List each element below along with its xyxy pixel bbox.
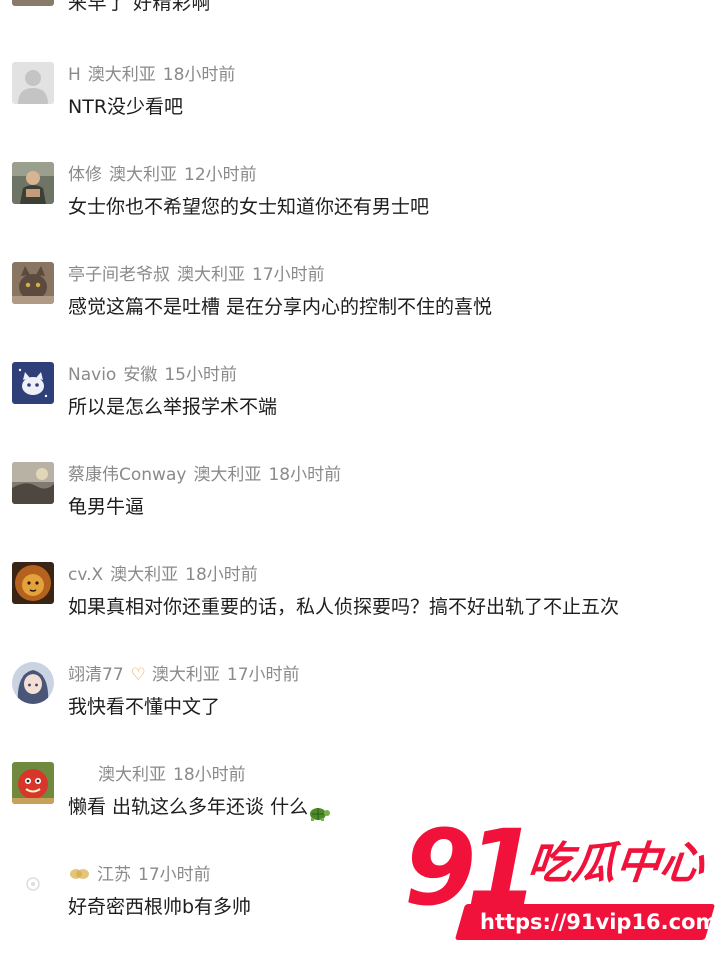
comment-meta: cv.X 澳大利亚 18小时前	[68, 562, 265, 588]
location: 澳大利亚	[98, 765, 166, 785]
location: 江苏	[97, 865, 131, 885]
comment-text: 我快看不懂中文了	[68, 696, 221, 718]
heart-badge-icon: ♡	[130, 665, 146, 685]
watermark-title: 吃瓜中心	[525, 838, 707, 889]
comment-meta: 江苏 17小时前	[68, 862, 218, 888]
site-watermark: 91 吃瓜中心 https://91vip16.com	[400, 816, 718, 952]
username[interactable]: H	[68, 65, 81, 85]
username[interactable]: Navio	[68, 365, 116, 385]
comment-text: 来早了 好精彩啊	[68, 0, 212, 14]
comment-text-row: 懒看 出轨这么多年还谈 什么	[68, 792, 331, 822]
location: 澳大利亚	[193, 465, 262, 485]
cat-photo-avatar[interactable]	[12, 262, 54, 304]
username[interactable]: 翊清77	[68, 665, 124, 685]
comment-text: 感觉这篇不是吐槽 是在分享内心的控制不住的喜悦	[68, 296, 493, 318]
comment-item: 亭子间老爷叔 澳大利亚 17小时前 感觉这篇不是吐槽 是在分享内心的控制不住的喜悦	[0, 262, 720, 352]
comment-item: 蔡康伟Conway 澳大利亚 18小时前 龟男牛逼	[0, 462, 720, 552]
landscape-photo-avatar[interactable]	[12, 462, 54, 504]
timestamp: 18小时前	[162, 65, 236, 85]
comment-item: 翊清77 ♡ 澳大利亚 17小时前 我快看不懂中文了	[0, 662, 720, 752]
location: 澳大利亚	[151, 665, 220, 685]
comment-meta: Navio 安徽 15小时前	[68, 362, 244, 388]
timestamp: 17小时前	[226, 665, 300, 685]
lion-avatar[interactable]	[12, 562, 54, 604]
comment-text: NTR没少看吧	[68, 96, 184, 118]
location: 澳大利亚	[110, 565, 179, 585]
timestamp: 18小时前	[268, 465, 342, 485]
timestamp: 18小时前	[185, 565, 258, 585]
comment-meta: 澳大利亚 18小时前	[98, 762, 253, 788]
comment-text: 好奇密西根帅b有多帅	[68, 896, 252, 918]
comment-meta: 亭子间老爷叔 澳大利亚 17小时前	[68, 262, 332, 288]
timestamp: 17小时前	[138, 865, 211, 885]
comment-item: 体修 澳大利亚 12小时前 女士你也不希望您的女士知道你还有男士吧	[0, 162, 720, 252]
comment-meta: H 澳大利亚 18小时前	[68, 62, 242, 88]
faded-avatar[interactable]	[12, 862, 54, 904]
location: 安徽	[123, 365, 158, 385]
location: 澳大利亚	[87, 65, 156, 85]
cartoon-cat-avatar[interactable]	[12, 362, 54, 404]
comment-text: 如果真相对你还重要的话，私人侦探要吗？搞不好出轨了不止五次	[68, 596, 620, 618]
red-cartoon-avatar[interactable]	[12, 762, 54, 804]
username[interactable]: cv.X	[68, 565, 103, 585]
timestamp: 12小时前	[184, 165, 257, 185]
comment-meta: 蔡康伟Conway 澳大利亚 18小时前	[68, 462, 348, 488]
location: 澳大利亚	[177, 265, 245, 285]
default-avatar-icon[interactable]	[12, 62, 54, 104]
username[interactable]: 体修	[68, 165, 102, 185]
watermark-url: https://91vip16.com	[480, 910, 718, 934]
location: 澳大利亚	[109, 165, 177, 185]
person-photo-avatar[interactable]	[12, 162, 54, 204]
avatar[interactable]	[12, 0, 54, 6]
timestamp: 17小时前	[252, 265, 325, 285]
username[interactable]: 蔡康伟Conway	[68, 465, 186, 485]
comment-item: Navio 安徽 15小时前 所以是怎么举报学术不端	[0, 362, 720, 452]
comment-meta: 翊清77 ♡ 澳大利亚 17小时前	[68, 662, 307, 688]
timestamp: 18小时前	[173, 765, 246, 785]
timestamp: 15小时前	[164, 365, 237, 385]
comment-text: 龟男牛逼	[68, 496, 145, 518]
anime-girl-avatar[interactable]	[12, 662, 54, 704]
peanut-emoji-icon	[68, 865, 90, 885]
username[interactable]: 亭子间老爷叔	[68, 265, 170, 285]
comment-text: 所以是怎么举报学术不端	[68, 396, 278, 418]
comment-text: 女士你也不希望您的女士知道你还有男士吧	[68, 196, 430, 218]
comment-meta: 体修 澳大利亚 12小时前	[68, 162, 264, 188]
comment-item: H 澳大利亚 18小时前 NTR没少看吧	[0, 62, 720, 152]
comment-item: cv.X 澳大利亚 18小时前 如果真相对你还重要的话，私人侦探要吗？搞不好出轨了不…	[0, 562, 720, 652]
turtle-emoji-icon	[308, 800, 331, 821]
comment-text: 懒看 出轨这么多年还谈 什么	[68, 796, 309, 818]
